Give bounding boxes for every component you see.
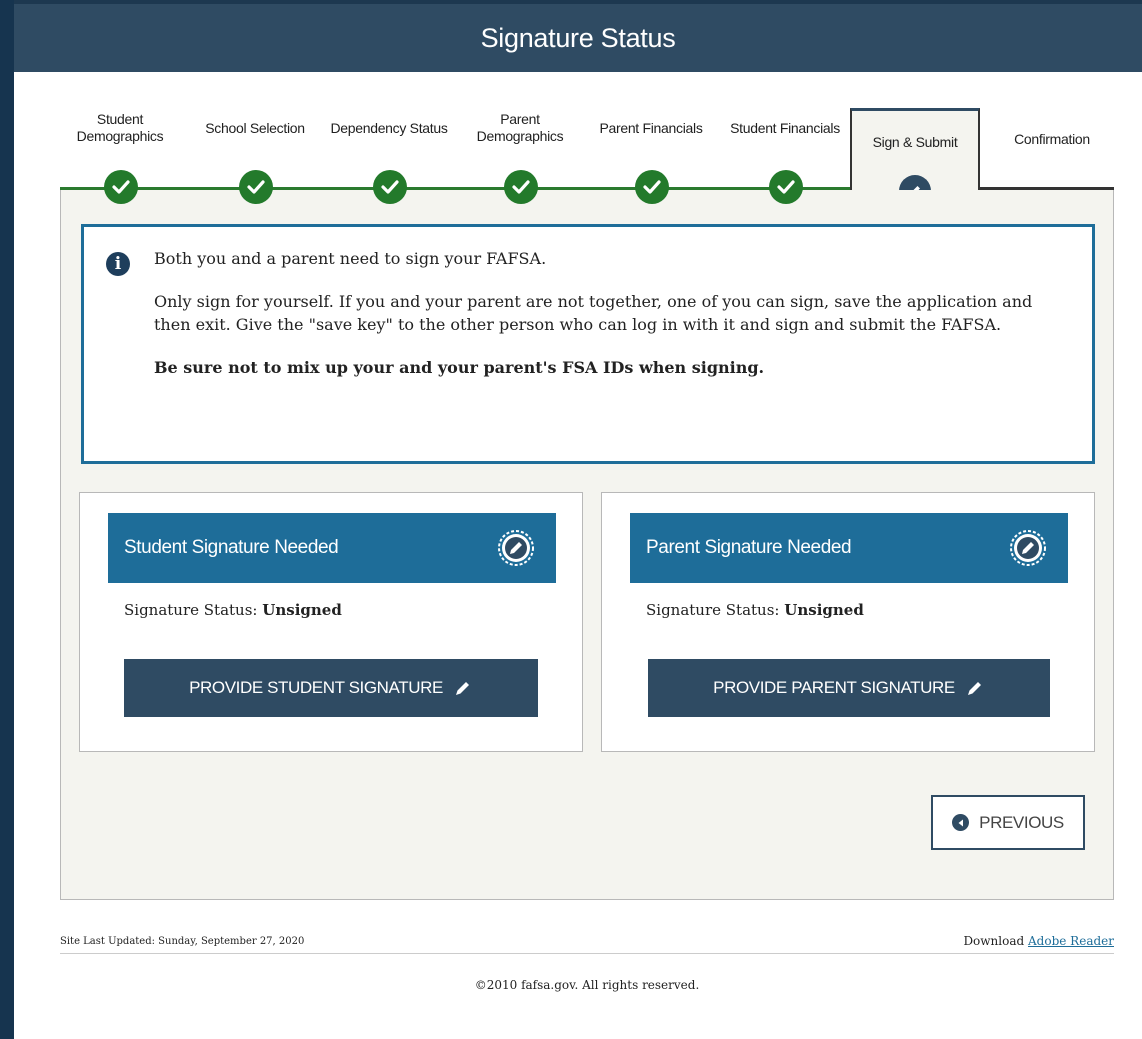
checkmark-icon [769, 170, 803, 204]
step-label: Parent Demographics [476, 111, 564, 144]
parent-signature-card: Parent Signature Needed Signature Status… [601, 492, 1095, 752]
signature-status: Signature Status: Unsigned [124, 601, 342, 619]
step-label: Student Financials [730, 119, 840, 136]
window-left-border [0, 0, 14, 1039]
checkmark-icon [635, 170, 669, 204]
checkmark-icon [239, 170, 273, 204]
card-header: Parent Signature Needed [630, 513, 1068, 583]
step-parent-financials[interactable]: Parent Financials [591, 108, 711, 204]
step-dependency-status[interactable]: Dependency Status [329, 108, 449, 204]
copyright: ©2010 fafsa.gov. All rights reserved. [474, 978, 700, 992]
step-student-demographics[interactable]: Student Demographics [60, 108, 180, 204]
page-header: Signature Status [14, 0, 1142, 72]
step-confirmation[interactable]: Confirmation [990, 108, 1114, 170]
adobe-reader-link[interactable]: Adobe Reader [1028, 934, 1114, 948]
signature-badge-icon [1010, 530, 1046, 566]
download-prefix: Download [963, 934, 1025, 948]
button-label: PROVIDE STUDENT SIGNATURE [189, 678, 443, 697]
step-label: Sign & Submit [872, 134, 958, 150]
site-last-updated: Site Last Updated: Sunday, September 27,… [60, 936, 305, 947]
status-value: Unsigned [262, 601, 342, 619]
step-parent-demographics[interactable]: Parent Demographics [460, 108, 580, 204]
provide-student-signature-button[interactable]: PROVIDE STUDENT SIGNATURE [124, 659, 538, 717]
arrow-left-icon [952, 814, 970, 831]
step-label: Confirmation [1014, 131, 1090, 147]
status-label: Signature Status: [124, 601, 258, 619]
main-panel: i Both you and a parent need to sign you… [60, 190, 1114, 900]
status-value: Unsigned [784, 601, 864, 619]
signature-badge-icon [498, 530, 534, 566]
info-icon: i [106, 252, 130, 276]
step-student-financials[interactable]: Student Financials [725, 108, 845, 204]
card-title: Parent Signature Needed [646, 537, 852, 558]
button-label: PROVIDE PARENT SIGNATURE [713, 678, 955, 697]
previous-button[interactable]: PREVIOUS [931, 795, 1085, 850]
info-box: i Both you and a parent need to sign you… [81, 224, 1095, 464]
download-text: Download Adobe Reader [963, 934, 1114, 948]
checkmark-icon [373, 170, 407, 204]
step-label: Student Demographics [76, 111, 164, 144]
info-text: Both you and a parent need to sign your … [154, 249, 547, 268]
footer-row: Site Last Updated: Sunday, September 27,… [60, 934, 1114, 954]
button-label: PREVIOUS [979, 812, 1064, 832]
step-school-selection[interactable]: School Selection [195, 108, 315, 204]
step-label: Parent Financials [599, 119, 703, 136]
info-warning: Be sure not to mix up your and your pare… [154, 358, 765, 377]
status-label: Signature Status: [646, 601, 780, 619]
student-signature-card: Student Signature Needed Signature Statu… [79, 492, 583, 752]
info-text: Only sign for yourself. If you and your … [154, 292, 1033, 334]
step-label: School Selection [205, 119, 305, 136]
signature-status: Signature Status: Unsigned [646, 601, 864, 619]
pencil-icon [455, 682, 469, 695]
card-header: Student Signature Needed [108, 513, 556, 583]
checkmark-icon [504, 170, 538, 204]
pencil-icon [967, 682, 981, 695]
card-title: Student Signature Needed [124, 537, 339, 558]
page-title: Signature Status [480, 22, 676, 53]
step-label: Dependency Status [330, 119, 448, 136]
checkmark-icon [104, 170, 138, 204]
provide-parent-signature-button[interactable]: PROVIDE PARENT SIGNATURE [648, 659, 1050, 717]
